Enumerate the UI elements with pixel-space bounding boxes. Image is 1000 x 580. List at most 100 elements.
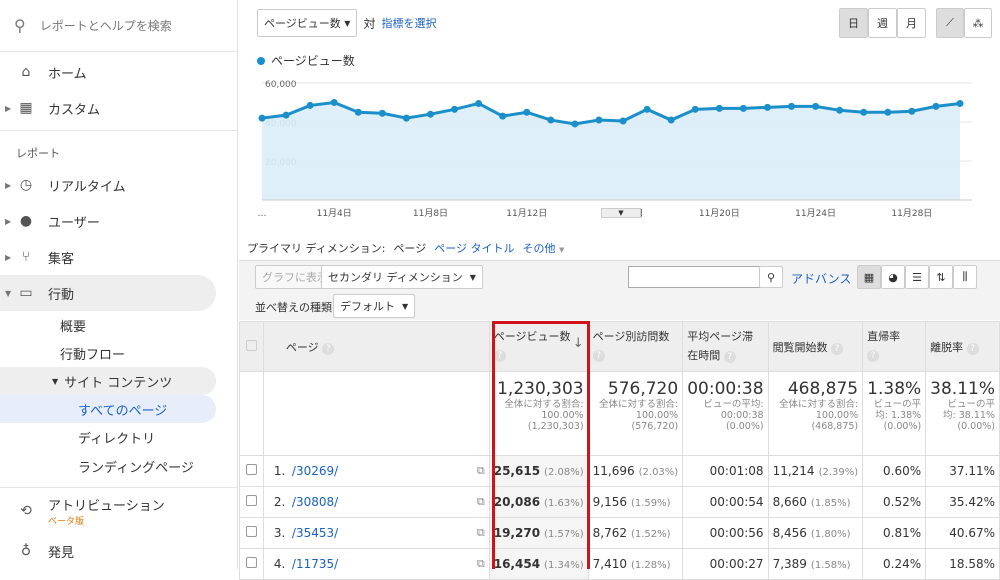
motion-chart-icon[interactable]: ⁂ <box>964 8 992 38</box>
chart-collapse-toggle[interactable]: ▼ <box>601 208 641 218</box>
data-point[interactable] <box>956 99 964 107</box>
row-number: 3. <box>273 526 286 541</box>
dropdown-arrow-icon: ▼ <box>344 18 351 28</box>
search-bar[interactable]: ⚲ レポートとヘルプを検索 <box>0 0 237 52</box>
data-point[interactable] <box>788 102 796 110</box>
data-point[interactable] <box>691 105 699 113</box>
period-day[interactable]: 日 <box>839 8 868 38</box>
exit-rate-value: 40.67% <box>925 517 1000 550</box>
nav-landing-pages[interactable]: ランディングページ <box>0 451 237 481</box>
row-checkbox[interactable] <box>239 548 264 580</box>
table-view-icon[interactable]: ▦ <box>857 265 881 289</box>
unique-pageviews-value: 9,156 <box>592 495 627 510</box>
search-icon[interactable]: ⚲ <box>759 266 783 288</box>
y-tick-label: 60,000 <box>265 80 297 90</box>
data-point[interactable] <box>860 108 868 116</box>
select-metric-link[interactable]: 指標を選択 <box>381 15 436 31</box>
search-input[interactable]: レポートとヘルプを検索 <box>40 17 172 34</box>
data-point[interactable] <box>715 104 723 112</box>
nav-audience[interactable]: ▶ ● ユーザー <box>0 203 237 239</box>
col-exit-rate[interactable]: 離脱率 ? <box>925 320 1000 373</box>
data-point[interactable] <box>378 109 386 117</box>
data-point[interactable] <box>282 111 290 119</box>
pivot-view-icon[interactable]: ⫼ <box>953 265 977 289</box>
col-pageviews[interactable]: ページビュー数? ↓ <box>488 320 589 373</box>
data-point[interactable] <box>354 108 362 116</box>
page-link[interactable]: /35453/ <box>292 526 338 540</box>
data-point[interactable] <box>739 104 747 112</box>
header-label: 閲覧開始数 <box>772 340 828 354</box>
open-page-icon[interactable]: ⧉ <box>477 464 485 478</box>
unique-pageviews-value: 8,762 <box>592 526 627 541</box>
nav-attribution[interactable]: ⟲ アトリビューション ベータ版 <box>0 487 237 533</box>
col-entrances[interactable]: 閲覧開始数 ? <box>767 320 864 373</box>
open-page-icon[interactable]: ⧉ <box>477 495 485 509</box>
data-point[interactable] <box>499 112 507 120</box>
nav-site-content[interactable]: ▼ サイト コンテンツ <box>0 367 216 395</box>
nav-directory[interactable]: ディレクトリ <box>0 423 237 451</box>
dimension-page[interactable]: ページ <box>393 240 426 256</box>
avg-time-value: 00:01:08 <box>682 455 769 488</box>
data-point[interactable] <box>402 114 410 122</box>
nav-acquisition[interactable]: ▶ ⑂ 集客 <box>0 239 237 275</box>
person-icon: ● <box>19 213 33 229</box>
data-point[interactable] <box>330 99 338 106</box>
data-point[interactable] <box>475 99 483 107</box>
period-week[interactable]: 週 <box>868 8 897 38</box>
data-point[interactable] <box>619 117 627 125</box>
row-checkbox[interactable] <box>239 455 264 488</box>
nav-all-pages[interactable]: すべてのページ <box>0 395 216 423</box>
row-checkbox[interactable] <box>239 517 264 550</box>
row-checkbox[interactable] <box>239 486 264 519</box>
nav-discover[interactable]: ♁ 発見 <box>0 533 237 569</box>
dimension-other[interactable]: その他 ▼ <box>523 240 565 256</box>
x-tick-label: 11月20日 <box>699 208 740 219</box>
nav-behavior-overview[interactable]: 概要 <box>0 311 237 339</box>
nav-custom[interactable]: ▶ ▦ カスタム <box>0 90 237 126</box>
nav-realtime[interactable]: ▶ ◷ リアルタイム <box>0 167 237 203</box>
line-chart-icon[interactable]: ⟋ <box>936 8 964 38</box>
col-bounce-rate[interactable]: 直帰率? <box>862 320 927 373</box>
col-avg-time[interactable]: 平均ページ滞在時間 ? <box>682 320 769 373</box>
data-point[interactable] <box>595 116 603 124</box>
col-page[interactable]: ページ ? <box>262 320 490 373</box>
advanced-link[interactable]: アドバンス <box>791 270 851 287</box>
data-point[interactable] <box>908 107 916 115</box>
metric-select[interactable]: ページビュー数 ▼ <box>257 9 358 37</box>
data-point[interactable] <box>643 105 651 113</box>
nav-behavior-flow[interactable]: 行動フロー <box>0 339 237 367</box>
dimension-bar: プライマリ ディメンション: ページ ページ タイトル その他 ▼ <box>247 240 564 256</box>
data-point[interactable] <box>932 102 940 110</box>
dimension-label: プライマリ ディメンション: <box>247 242 386 255</box>
data-point[interactable] <box>812 102 820 110</box>
page-link[interactable]: /30808/ <box>292 495 338 509</box>
comparison-view-icon[interactable]: ⇅ <box>929 265 953 289</box>
col-unique-pageviews[interactable]: ページ別訪問数? <box>587 320 684 373</box>
data-point[interactable] <box>258 114 266 122</box>
nav-label: 集客 <box>48 251 75 267</box>
pie-view-icon[interactable]: ◕ <box>881 265 905 289</box>
performance-view-icon[interactable]: ☰ <box>905 265 929 289</box>
data-point[interactable] <box>547 116 555 124</box>
data-point[interactable] <box>571 120 579 128</box>
nav-home[interactable]: ⌂ ホーム <box>0 54 237 90</box>
nav-behavior[interactable]: ▼ ▭ 行動 <box>0 275 216 311</box>
data-point[interactable] <box>884 108 892 116</box>
data-point[interactable] <box>667 116 675 124</box>
select-all-checkbox[interactable] <box>239 320 264 373</box>
secondary-dimension-select[interactable]: セカンダリ ディメンション ▼ <box>321 265 483 289</box>
sort-select[interactable]: デフォルト ▼ <box>333 294 416 318</box>
data-point[interactable] <box>523 108 531 116</box>
page-link[interactable]: /30269/ <box>292 464 338 478</box>
page-link[interactable]: /11735/ <box>292 557 338 571</box>
data-point[interactable] <box>426 110 434 118</box>
period-month[interactable]: 月 <box>897 8 926 38</box>
dimension-page-title[interactable]: ページ タイトル <box>434 240 514 256</box>
total-cell: 00:00:38 ビューの平均: 00:00:38 (0.00%) <box>682 371 769 457</box>
data-point[interactable] <box>451 105 459 113</box>
data-point[interactable] <box>306 101 314 109</box>
open-page-icon[interactable]: ⧉ <box>477 557 485 571</box>
data-point[interactable] <box>836 106 844 114</box>
open-page-icon[interactable]: ⧉ <box>477 526 485 540</box>
data-point[interactable] <box>763 103 771 111</box>
